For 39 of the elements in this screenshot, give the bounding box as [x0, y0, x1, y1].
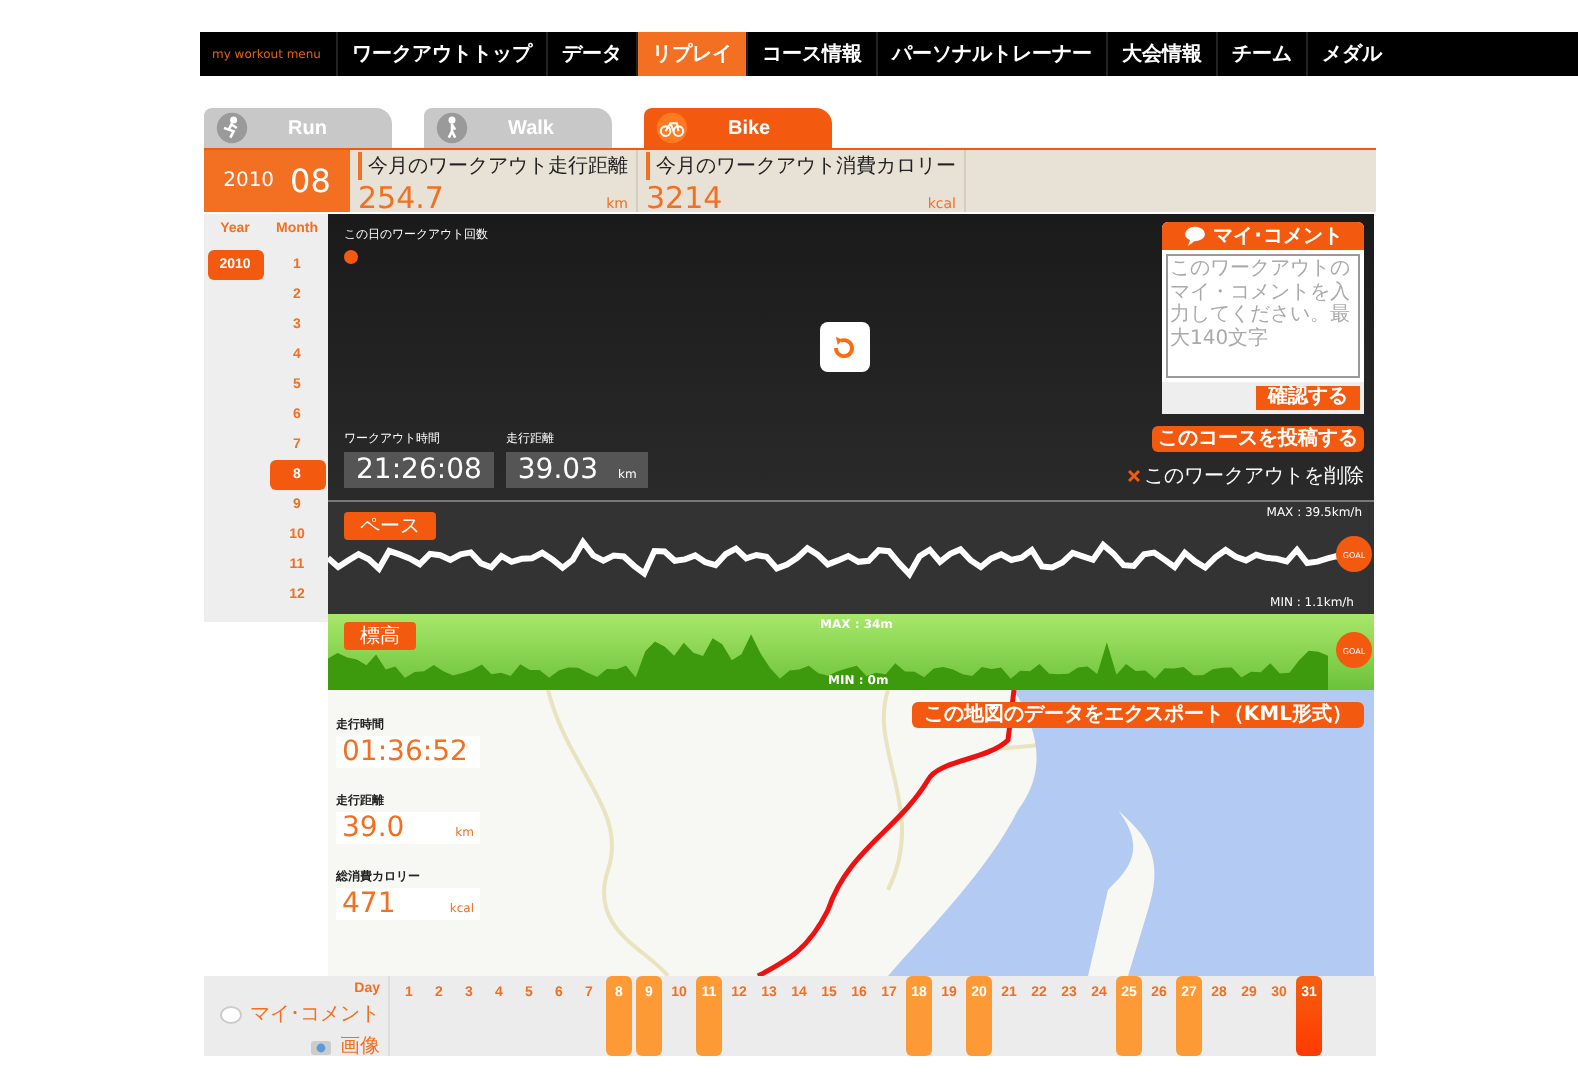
person-icon — [436, 112, 468, 144]
replay-icon — [828, 331, 860, 363]
sport-tab[interactable]: Bike — [644, 108, 832, 148]
nav-item[interactable]: リプレイ — [636, 32, 746, 76]
confirm-button[interactable]: 確認する — [1256, 386, 1360, 410]
close-icon — [1128, 470, 1140, 482]
comment-input[interactable]: このワークアウトのマイ・コメントを入力してください。最大140文字 — [1166, 254, 1360, 378]
nav-item[interactable]: チーム — [1216, 32, 1306, 76]
nav-item[interactable]: 大会情報 — [1106, 32, 1216, 76]
stat-label: 今月のワークアウト消費カロリー — [646, 152, 956, 180]
elevation-label: 標高 — [344, 622, 416, 650]
nav-item[interactable]: コース情報 — [746, 32, 876, 76]
legend-label: 画像 — [340, 1034, 380, 1060]
pace-label: ペース — [344, 512, 436, 540]
bicycle-icon — [656, 112, 688, 144]
legend-label: マイ･コメント — [250, 1002, 380, 1028]
speech-bubble-icon — [1183, 226, 1205, 246]
export-button[interactable]: この地図のデータをエクスポート（KML形式） — [911, 702, 1364, 728]
camera-icon — [310, 1037, 332, 1055]
period-month: 08 — [290, 162, 331, 200]
post-course-button[interactable]: このコースを投稿する — [1152, 426, 1364, 452]
stat-value: 3214 — [646, 180, 723, 216]
nav-item[interactable]: メダル — [1306, 32, 1396, 76]
replay-button[interactable] — [819, 322, 869, 372]
stat-value: 254.7 — [358, 180, 444, 216]
summary-value: 39.03 — [517, 454, 598, 486]
workout-dot-icon[interactable] — [344, 250, 358, 264]
map-stat-value: 01:36:52 — [342, 736, 468, 768]
delete-workout-link[interactable]: このワークアウトを削除 — [1128, 462, 1364, 490]
comment-title: マイ･コメント — [1162, 222, 1364, 250]
stat-label: 今月のワークアウト走行距離 — [358, 152, 628, 180]
summary-value: 21:26:08 — [356, 454, 482, 486]
person-icon — [216, 112, 248, 144]
map-stat-value: 39.0 — [342, 812, 405, 844]
map-stat-value: 471 — [342, 888, 396, 920]
nav-item[interactable]: パーソナルトレーナー — [876, 32, 1106, 76]
period-year: 2010 — [223, 170, 275, 192]
comment-bubble-icon — [220, 1005, 242, 1023]
nav-item[interactable]: ワークアウトトップ — [336, 32, 546, 76]
